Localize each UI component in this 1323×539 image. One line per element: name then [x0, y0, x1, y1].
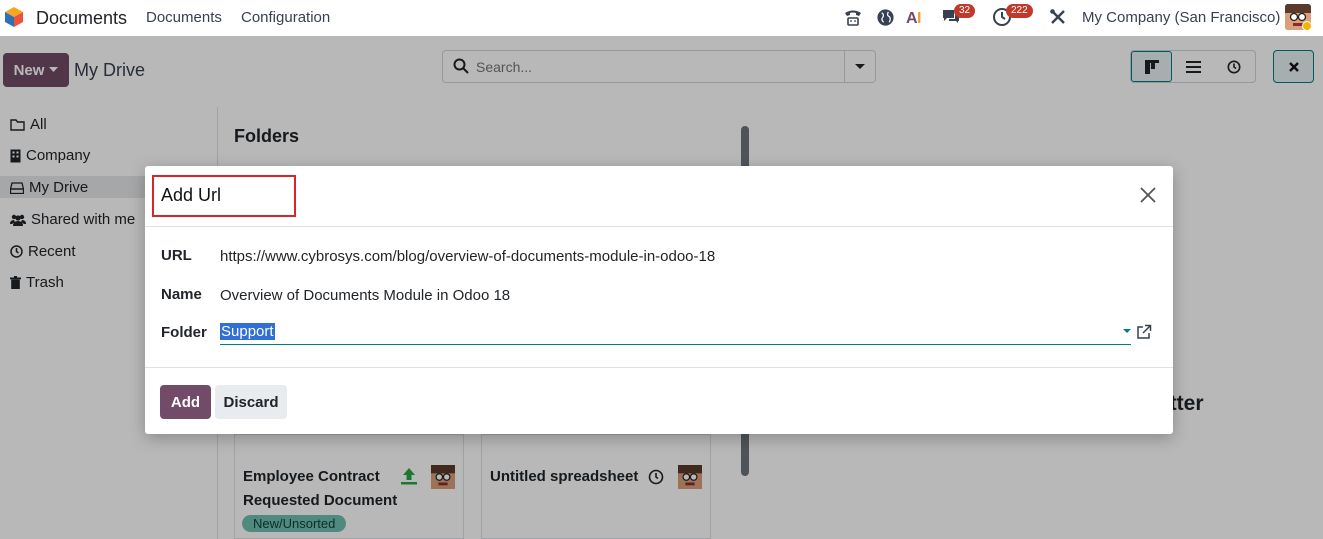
tools-icon[interactable] — [1047, 6, 1069, 28]
dialog-footer: Add Discard — [145, 367, 1173, 434]
caret-down-icon[interactable] — [1121, 325, 1133, 337]
status-dot — [1302, 21, 1312, 31]
close-icon[interactable] — [1138, 185, 1158, 205]
folder-select[interactable]: Support — [220, 321, 1131, 345]
top-navbar: Documents Documents Configuration AI 32 … — [0, 0, 1323, 36]
url-field[interactable]: https://www.cybrosys.com/blog/overview-o… — [220, 248, 715, 265]
add-url-dialog: Add Url URL https://www.cybrosys.com/blo… — [145, 166, 1173, 434]
company-switcher[interactable]: My Company (San Francisco) — [1082, 9, 1280, 26]
activity-badge: 222 — [1006, 4, 1033, 18]
name-field[interactable]: Overview of Documents Module in Odoo 18 — [220, 287, 510, 304]
url-label: URL — [161, 247, 192, 264]
external-link-icon[interactable] — [1136, 324, 1152, 340]
globe-icon[interactable] — [874, 6, 896, 28]
documents-app-icon[interactable] — [4, 6, 24, 28]
folder-label: Folder — [161, 324, 207, 341]
discard-button[interactable]: Discard — [215, 385, 287, 419]
name-label: Name — [161, 286, 202, 303]
app-name[interactable]: Documents — [36, 8, 127, 29]
dialog-header: Add Url — [145, 166, 1173, 227]
menu-configuration[interactable]: Configuration — [241, 9, 330, 26]
menu-documents[interactable]: Documents — [146, 9, 222, 26]
add-button[interactable]: Add — [160, 385, 211, 419]
svg-text:I: I — [917, 10, 921, 26]
dialog-title: Add Url — [161, 185, 222, 205]
phone-icon[interactable] — [842, 6, 864, 28]
folder-selected-value: Support — [220, 323, 275, 340]
chat-badge: 32 — [954, 4, 976, 18]
ai-icon[interactable]: AI — [905, 6, 927, 28]
